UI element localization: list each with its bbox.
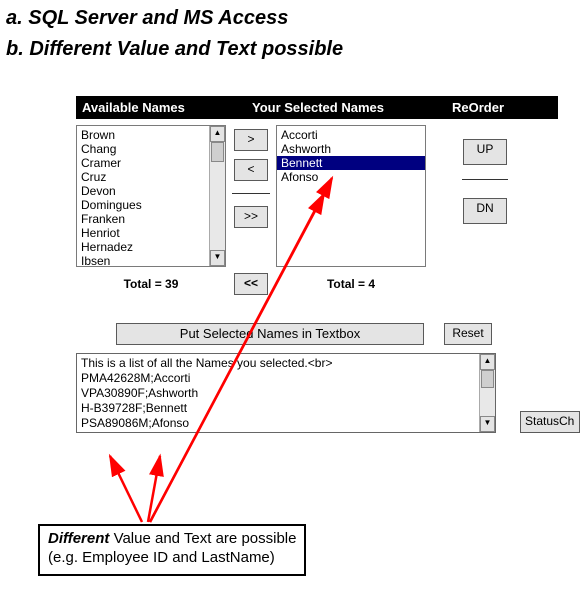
put-in-textbox-button[interactable]: Put Selected Names in Textbox <box>116 323 424 345</box>
output-scrollbar[interactable]: ▲ ▼ <box>479 354 495 432</box>
list-item[interactable]: Devon <box>77 184 209 198</box>
dual-list-panel: Available Names Your Selected Names ReOr… <box>76 96 570 433</box>
list-item[interactable]: Cramer <box>77 156 209 170</box>
available-total: Total = 39 <box>76 277 226 291</box>
list-item[interactable]: Accorti <box>277 128 425 142</box>
list-item[interactable]: Hernadez <box>77 240 209 254</box>
heading-a: a. SQL Server and MS Access <box>6 6 583 31</box>
scroll-down-icon[interactable]: ▼ <box>210 250 225 266</box>
scroll-up-icon[interactable]: ▲ <box>480 354 495 370</box>
reorder-buttons: UP DN <box>450 125 520 224</box>
reset-button[interactable]: Reset <box>444 323 492 345</box>
output-textbox[interactable]: This is a list of all the Names you sele… <box>76 353 496 433</box>
move-all-right-button[interactable]: >> <box>234 206 268 228</box>
list-item[interactable]: Cruz <box>77 170 209 184</box>
scroll-down-icon[interactable]: ▼ <box>480 416 495 432</box>
transfer-buttons: > < >> <box>226 125 276 228</box>
divider <box>462 179 508 180</box>
move-all-left-button[interactable]: << <box>234 273 268 295</box>
list-item[interactable]: Ibsen <box>77 254 209 266</box>
output-row: This is a list of all the Names you sele… <box>76 353 570 433</box>
status-check-button[interactable]: StatusCh <box>520 411 580 433</box>
action-row: Put Selected Names in Textbox Reset <box>76 323 570 345</box>
list-item[interactable]: Brown <box>77 128 209 142</box>
move-left-button[interactable]: < <box>234 159 268 181</box>
heading-b: b. Different Value and Text possible <box>6 37 583 62</box>
totals-row: Total = 39 << Total = 4 <box>76 273 570 295</box>
selected-listbox[interactable]: AccortiAshworthBennettAfonso <box>276 125 426 267</box>
annotation-callout: Different Value and Text are possible (e… <box>38 524 306 576</box>
list-item[interactable]: Ashworth <box>277 142 425 156</box>
annotation-emph: Different <box>48 530 109 547</box>
list-item[interactable]: Franken <box>77 212 209 226</box>
selected-total: Total = 4 <box>276 277 426 291</box>
available-scrollbar[interactable]: ▲ ▼ <box>209 126 225 266</box>
header-reorder: ReOrder <box>452 100 552 115</box>
list-item[interactable]: Domingues <box>77 198 209 212</box>
list-item[interactable]: Bennett <box>277 156 425 170</box>
list-item[interactable]: Henriot <box>77 226 209 240</box>
scroll-up-icon[interactable]: ▲ <box>210 126 225 142</box>
divider <box>232 193 270 194</box>
scroll-thumb[interactable] <box>211 142 224 162</box>
header-selected: Your Selected Names <box>252 100 452 115</box>
list-item[interactable]: Chang <box>77 142 209 156</box>
list-item[interactable]: Afonso <box>277 170 425 184</box>
annotation-text2: (e.g. Employee ID and LastName) <box>48 549 275 566</box>
header-available: Available Names <box>82 100 252 115</box>
available-listbox[interactable]: BrownChangCramerCruzDevonDominguesFranke… <box>76 125 226 267</box>
scroll-thumb[interactable] <box>481 370 494 388</box>
column-headers: Available Names Your Selected Names ReOr… <box>76 96 558 119</box>
dn-button[interactable]: DN <box>463 198 507 224</box>
move-right-button[interactable]: > <box>234 129 268 151</box>
annotation-text1: Value and Text are possible <box>109 530 296 547</box>
output-text: This is a list of all the Names you sele… <box>77 354 479 432</box>
up-button[interactable]: UP <box>463 139 507 165</box>
